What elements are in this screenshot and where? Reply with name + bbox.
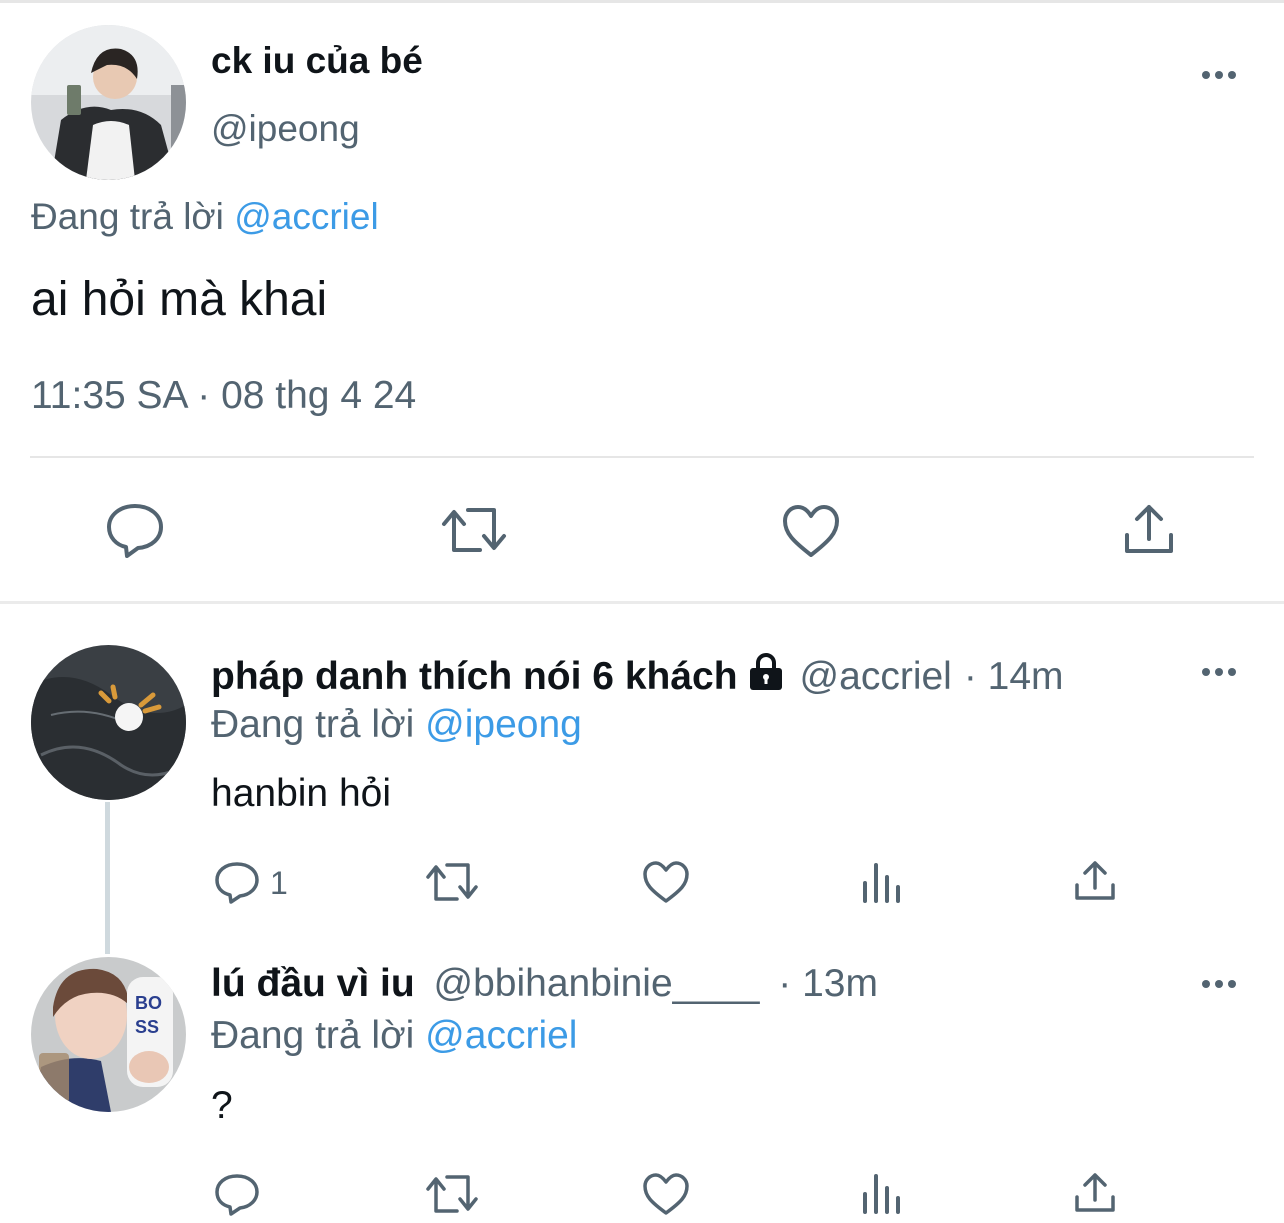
handle[interactable]: @ipeong [211,108,360,150]
reply-header: lú đầu vì iu @bbihanbinie____ · 13m [211,962,878,1006]
more-options-icon[interactable] [1202,71,1236,79]
share-icon[interactable] [1121,501,1177,557]
reply-icon[interactable] [214,860,260,906]
reply-header: pháp danh thích nói 6 khách @accriel · 1… [211,652,1064,702]
views-icon[interactable] [860,861,904,903]
handle[interactable]: @accriel [800,655,952,699]
views-icon[interactable] [860,1172,904,1214]
display-name[interactable]: lú đầu vì iu [211,962,415,1005]
reply-time[interactable]: · 13m [778,962,878,1005]
reply-text: ? [211,1084,233,1127]
svg-text:BO: BO [135,993,162,1013]
reply-time[interactable]: · 14m [964,655,1064,699]
top-divider [0,0,1284,3]
replying-to-label: Đang trả lời [211,1014,415,1057]
display-name[interactable]: pháp danh thích nói 6 khách [211,655,738,699]
like-icon[interactable] [642,1172,690,1216]
replying-to-link[interactable]: @ipeong [425,703,582,746]
avatar[interactable] [31,645,186,800]
replying-to-line: Đang trả lời @accriel [211,1014,577,1058]
like-icon[interactable] [781,503,841,559]
replying-to-link[interactable]: @accriel [234,196,378,237]
handle[interactable]: @bbihanbinie____ [434,962,760,1005]
reply-text: hanbin hỏi [211,772,391,815]
retweet-icon[interactable] [440,504,508,556]
replying-to-line: Đang trả lời @ipeong [211,703,582,747]
more-options-icon[interactable] [1202,980,1236,988]
reply-count: 1 [270,864,288,901]
tweet-timestamp[interactable]: 11:35 SA · 08 thg 4 24 [31,374,416,418]
svg-text:SS: SS [135,1017,159,1037]
tweet-text: ai hỏi mà khai [31,273,328,326]
reply-icon[interactable] [214,1172,260,1218]
replying-to-label: Đang trả lời [31,196,224,237]
share-icon[interactable] [1073,1170,1117,1214]
retweet-icon[interactable] [425,861,479,903]
replying-to-line: Đang trả lời @accriel [31,196,379,238]
avatar[interactable] [31,25,186,180]
like-icon[interactable] [642,860,690,904]
thread-line [105,802,110,954]
avatar[interactable]: BO SS [31,957,186,1112]
replying-to-link[interactable]: @accriel [425,1014,577,1057]
display-name[interactable]: ck iu của bé [211,40,423,82]
divider [30,456,1254,458]
share-icon[interactable] [1073,858,1117,902]
replying-to-label: Đang trả lời [211,703,415,746]
reply-icon[interactable] [105,502,165,560]
reply-button[interactable]: 1 [214,860,288,906]
retweet-icon[interactable] [425,1173,479,1215]
lock-icon [746,652,786,702]
section-divider [0,601,1284,604]
more-options-icon[interactable] [1202,668,1236,676]
